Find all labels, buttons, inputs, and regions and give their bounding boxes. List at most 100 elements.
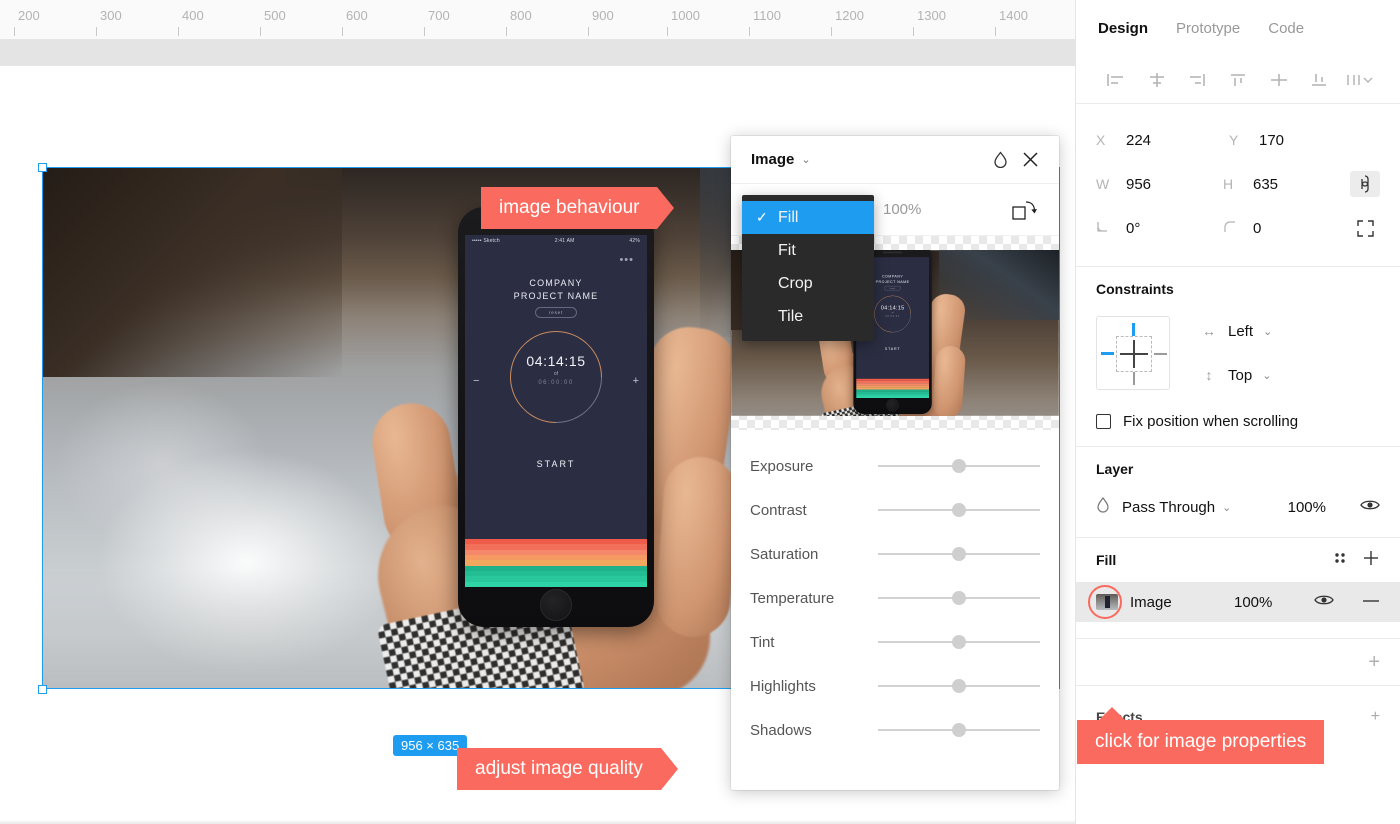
start-button: START xyxy=(884,346,901,351)
height-field[interactable]: H 635 xyxy=(1223,176,1350,193)
status-carrier: ••••• Sketch xyxy=(472,238,500,244)
vertical-constraint-value[interactable]: Top xyxy=(1228,367,1252,384)
rotation-value[interactable]: 0° xyxy=(1126,220,1140,237)
phone-status-bar: ••••• Sketch 2:41 AM 42% xyxy=(465,235,647,247)
scale-percent-value[interactable]: 100% xyxy=(883,201,1009,218)
highlights-slider[interactable] xyxy=(878,679,1040,693)
rotation-field[interactable]: 0° xyxy=(1096,220,1223,237)
fill-item-opacity[interactable]: 100% xyxy=(1234,594,1272,611)
y-value[interactable]: 170 xyxy=(1259,132,1284,149)
remove-fill-button[interactable] xyxy=(1362,593,1380,611)
fill-section: Fill Image 100% + + xyxy=(1076,538,1400,732)
y-field[interactable]: Y 170 xyxy=(1229,132,1362,149)
align-top-icon[interactable] xyxy=(1218,65,1259,95)
slider-knob[interactable] xyxy=(952,547,966,561)
adjust-label: Temperature xyxy=(750,589,835,607)
dropdown-option-tile[interactable]: Tile xyxy=(742,300,874,333)
timer-readout: 04:14:15 of 06:00:00 xyxy=(496,353,616,386)
temperature-slider[interactable] xyxy=(878,591,1040,605)
reset-button: reset xyxy=(884,286,901,291)
chevron-down-icon[interactable]: ⌄ xyxy=(1263,325,1272,338)
contrast-slider[interactable] xyxy=(878,503,1040,517)
resize-handle-bottom-left[interactable] xyxy=(38,685,47,694)
tab-prototype[interactable]: Prototype xyxy=(1176,20,1240,37)
ruler-tick-label: 200 xyxy=(18,8,40,23)
dropdown-option-fill[interactable]: ✓ Fill xyxy=(742,201,874,234)
blend-mode-value[interactable]: Pass Through xyxy=(1122,499,1215,516)
align-left-icon[interactable] xyxy=(1096,65,1137,95)
dropdown-option-fit[interactable]: Fit xyxy=(742,234,874,267)
close-icon[interactable] xyxy=(1015,145,1045,175)
constraint-arm-right[interactable] xyxy=(1154,353,1167,355)
eye-icon[interactable] xyxy=(1314,593,1334,612)
link-ratio-icon[interactable] xyxy=(1350,171,1380,197)
fill-item-image[interactable]: Image 100% xyxy=(1076,582,1400,622)
photo-shadow-left xyxy=(42,167,342,377)
exposure-slider[interactable] xyxy=(878,459,1040,473)
adjust-label: Exposure xyxy=(750,457,814,475)
constraint-arm-top[interactable] xyxy=(1132,323,1135,336)
width-field[interactable]: W 956 xyxy=(1096,176,1223,193)
distribute-more-icon[interactable] xyxy=(1339,65,1380,95)
fill-styles-icon[interactable] xyxy=(1332,550,1348,571)
layer-section: Layer Pass Through ⌄ 100% xyxy=(1076,447,1400,538)
add-fill-button[interactable] xyxy=(1362,549,1380,572)
layer-opacity-value[interactable]: 100% xyxy=(1288,499,1326,516)
corner-radius-field[interactable]: 0 xyxy=(1223,220,1350,237)
constraint-arm-left[interactable] xyxy=(1101,352,1114,355)
slider-knob[interactable] xyxy=(952,679,966,693)
adjust-label: Contrast xyxy=(750,501,807,519)
status-battery: 42% xyxy=(629,238,640,244)
slider-knob[interactable] xyxy=(952,723,966,737)
x-value[interactable]: 224 xyxy=(1126,132,1151,149)
scale-mode-dropdown[interactable]: ✓ Fill Fit Crop Tile xyxy=(742,195,874,341)
add-effect-button[interactable]: + xyxy=(1371,708,1380,726)
constraint-arm-bottom[interactable] xyxy=(1133,372,1135,385)
tint-slider[interactable] xyxy=(878,635,1040,649)
vertical-constraint-row[interactable]: ↕ Top ⌄ xyxy=(1200,353,1272,397)
eye-icon[interactable] xyxy=(1360,498,1380,517)
align-vertical-center-icon[interactable] xyxy=(1258,65,1299,95)
timer-of-label: of xyxy=(553,371,559,377)
constraints-grid[interactable] xyxy=(1096,316,1170,390)
align-right-icon[interactable] xyxy=(1177,65,1218,95)
adjust-label: Highlights xyxy=(750,677,816,695)
saturation-slider[interactable] xyxy=(878,547,1040,561)
water-drop-icon[interactable] xyxy=(985,145,1015,175)
w-value[interactable]: 956 xyxy=(1126,176,1151,193)
tab-design[interactable]: Design xyxy=(1098,20,1148,37)
independent-corners-icon[interactable] xyxy=(1350,215,1380,241)
fix-position-checkbox[interactable] xyxy=(1096,414,1111,429)
horizontal-constraint-value[interactable]: Left xyxy=(1228,323,1253,340)
x-field[interactable]: X 224 xyxy=(1096,132,1229,149)
align-bottom-icon[interactable] xyxy=(1299,65,1340,95)
slider-knob[interactable] xyxy=(952,459,966,473)
fix-position-row[interactable]: Fix position when scrolling xyxy=(1076,397,1400,430)
tab-code[interactable]: Code xyxy=(1268,20,1304,37)
slider-knob[interactable] xyxy=(952,635,966,649)
h-value[interactable]: 635 xyxy=(1253,176,1278,193)
phone-speaker xyxy=(883,251,903,254)
slider-knob[interactable] xyxy=(952,503,966,517)
slider-knob[interactable] xyxy=(952,591,966,605)
adjust-row-shadows: Shadows xyxy=(731,708,1059,752)
decrement-icon: − xyxy=(473,375,480,387)
add-stroke-button[interactable]: + xyxy=(1368,651,1380,674)
corner-radius-value[interactable]: 0 xyxy=(1253,220,1261,237)
layer-blend-row[interactable]: Pass Through ⌄ 100% xyxy=(1076,487,1400,527)
chevron-down-icon[interactable]: ⌄ xyxy=(1222,501,1231,514)
position-row: X 224 Y 170 xyxy=(1076,118,1400,162)
align-horizontal-center-icon[interactable] xyxy=(1137,65,1178,95)
horizontal-constraint-row[interactable]: ↔ Left ⌄ xyxy=(1200,309,1272,353)
color-stripe xyxy=(465,581,647,587)
chevron-down-icon[interactable]: ⌄ xyxy=(1262,369,1271,382)
resize-handle-top-left[interactable] xyxy=(38,163,47,172)
shadows-slider[interactable] xyxy=(878,723,1040,737)
home-button xyxy=(886,398,899,412)
dropdown-option-crop[interactable]: Crop xyxy=(742,267,874,300)
vertical-arrows-icon: ↕ xyxy=(1205,367,1213,383)
right-properties-panel: Design Prototype Code X 224 Y 170 W 956 … xyxy=(1075,0,1400,824)
chevron-down-icon[interactable]: ⌄ xyxy=(801,153,810,166)
rotate-image-icon[interactable] xyxy=(1009,195,1039,225)
horizontal-arrows-icon: ↔ xyxy=(1202,323,1216,339)
